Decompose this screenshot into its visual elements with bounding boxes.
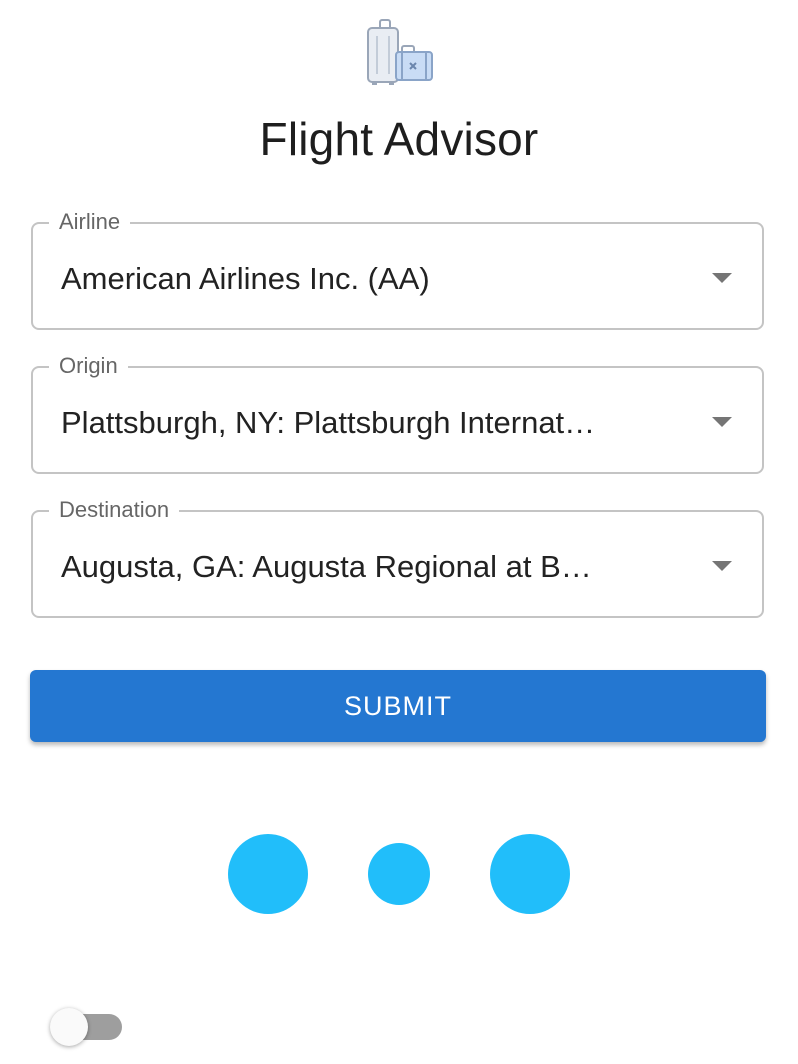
loading-dot	[490, 834, 570, 914]
origin-value: Plattsburgh, NY: Plattsburgh Internat…	[61, 405, 596, 440]
chevron-down-icon[interactable]	[712, 561, 732, 571]
chevron-down-icon[interactable]	[712, 273, 732, 283]
origin-label: Origin	[49, 352, 128, 380]
destination-select[interactable]: Destination Augusta, GA: Augusta Regiona…	[31, 496, 764, 618]
theme-toggle[interactable]	[48, 1006, 128, 1050]
page-title: Flight Advisor	[259, 113, 539, 165]
airline-value: American Airlines Inc. (AA)	[61, 261, 430, 296]
loading-dot	[228, 834, 308, 914]
chevron-down-icon[interactable]	[712, 417, 732, 427]
submit-button[interactable]: SUBMIT	[30, 670, 766, 742]
toggle-thumb[interactable]	[50, 1008, 88, 1046]
destination-value: Augusta, GA: Augusta Regional at B…	[61, 549, 592, 584]
loading-dot	[368, 843, 430, 905]
airline-label: Airline	[49, 208, 131, 236]
destination-label: Destination	[49, 496, 180, 524]
luggage-icon	[367, 19, 433, 85]
origin-select[interactable]: Origin Plattsburgh, NY: Plattsburgh Inte…	[31, 352, 764, 474]
airline-select[interactable]: Airline American Airlines Inc. (AA)	[31, 208, 764, 330]
flight-advisor-page: Flight Advisor Airline American Airlines…	[0, 0, 798, 1064]
